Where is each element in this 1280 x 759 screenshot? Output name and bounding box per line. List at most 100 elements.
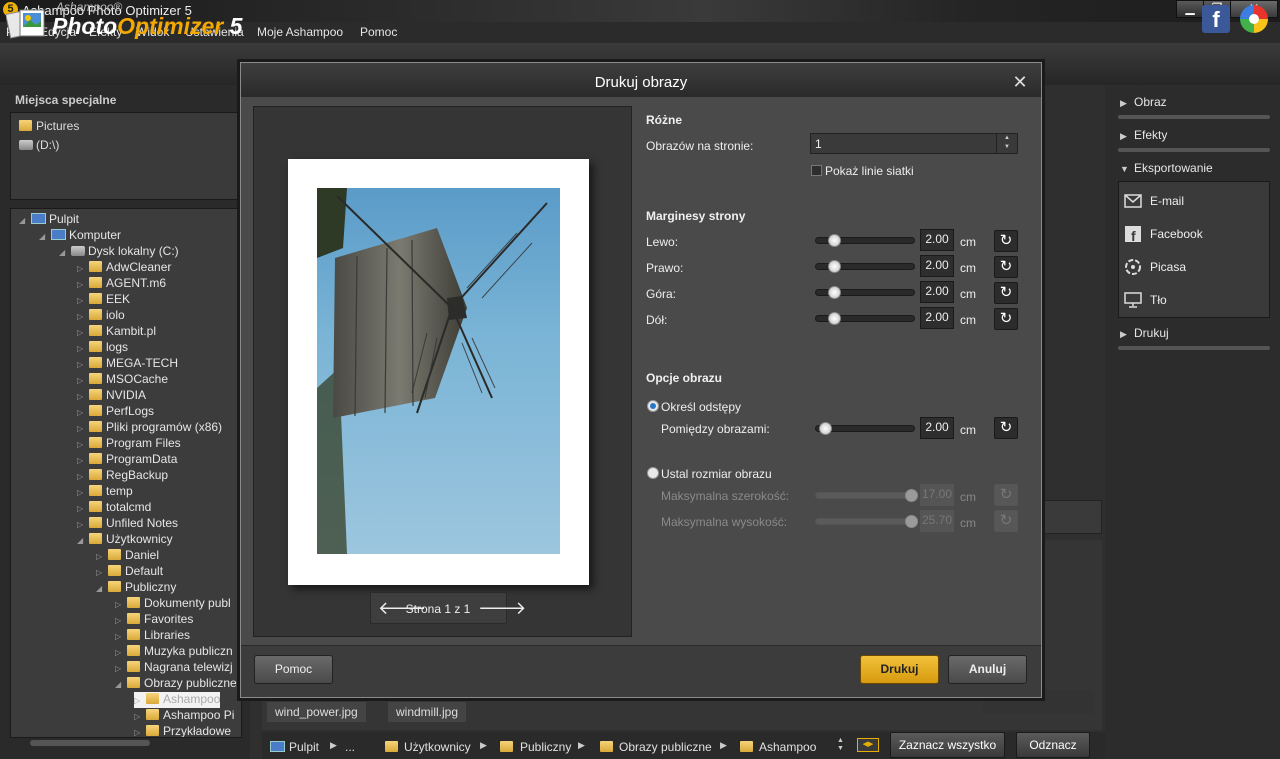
tree-item[interactable]: ▷ Przykładowe bbox=[134, 724, 231, 737]
tree-item[interactable]: ◢ Użytkownicy bbox=[77, 532, 173, 548]
tree-item[interactable]: ▷ Pliki programów (x86) bbox=[77, 420, 222, 436]
tree-horizontal-scrollbar[interactable] bbox=[30, 740, 150, 746]
tree-item[interactable]: ▷ AGENT.m6 bbox=[77, 276, 166, 292]
tree-item[interactable]: ▷ Muzyka publiczn bbox=[115, 644, 233, 660]
tree-item[interactable]: ▷ Default bbox=[96, 564, 163, 580]
reset-icon[interactable]: ↻ bbox=[994, 417, 1018, 439]
margin-top-input[interactable]: 2.00 bbox=[920, 281, 954, 303]
tree-item[interactable]: ▷ Unfiled Notes bbox=[77, 516, 178, 532]
print-button[interactable]: Drukuj bbox=[860, 655, 939, 684]
tree-item[interactable]: ▷ RegBackup bbox=[77, 468, 168, 484]
tree-item[interactable]: ▷ logs bbox=[77, 340, 128, 356]
export-email[interactable]: E-mail bbox=[1150, 194, 1184, 208]
picasa-icon[interactable] bbox=[1240, 5, 1268, 33]
tree-item[interactable]: ▷ ProgramData bbox=[77, 452, 177, 468]
tree-item[interactable]: ▷ Libraries bbox=[115, 628, 190, 644]
minimize-button[interactable]: ▁ bbox=[1176, 0, 1204, 18]
export-picasa[interactable]: Picasa bbox=[1150, 260, 1186, 274]
fixed-size-radio[interactable] bbox=[647, 467, 659, 479]
tree-item[interactable]: ◢ Publiczny bbox=[96, 580, 176, 596]
tree-item[interactable]: ▷ totalcmd bbox=[77, 500, 151, 516]
margin-right-input[interactable]: 2.00 bbox=[920, 255, 954, 277]
reset-icon[interactable]: ↻ bbox=[994, 230, 1018, 252]
max-width-slider-thumb[interactable] bbox=[905, 489, 918, 502]
tree-item[interactable]: ▷ MEGA-TECH bbox=[77, 356, 178, 372]
special-item-drive-d[interactable]: (D:\) bbox=[19, 138, 59, 152]
tree-item[interactable]: ▷ temp bbox=[77, 484, 133, 500]
show-grid-checkbox[interactable] bbox=[811, 165, 822, 176]
cancel-button[interactable]: Anuluj bbox=[948, 655, 1027, 684]
prev-page-arrow-icon[interactable]: 🡐 bbox=[378, 598, 426, 618]
folder-icon bbox=[108, 565, 121, 576]
breadcrumb-nav-icon[interactable]: ◀▶ bbox=[857, 738, 879, 752]
breadcrumb-item[interactable]: Publiczny bbox=[520, 740, 571, 754]
margin-bottom-slider-thumb[interactable] bbox=[828, 312, 841, 325]
tree-item[interactable]: ▷ Ashampoo Pi bbox=[134, 708, 234, 724]
breadcrumb-item[interactable]: Użytkownicy bbox=[404, 740, 471, 754]
next-page-arrow-icon[interactable]: 🡒 bbox=[478, 598, 526, 618]
facebook-icon[interactable]: f bbox=[1202, 5, 1230, 33]
margin-bottom-input[interactable]: 2.00 bbox=[920, 307, 954, 329]
tree-item[interactable]: ◢ Pulpit bbox=[19, 212, 79, 228]
margin-left-unit: cm bbox=[960, 235, 976, 249]
tree-item[interactable]: ▷ NVIDIA bbox=[77, 388, 146, 404]
help-button[interactable]: Pomoc bbox=[254, 655, 333, 684]
tree-item[interactable]: ▷ Daniel bbox=[96, 548, 159, 564]
folder-icon bbox=[89, 325, 102, 336]
special-item-pictures[interactable]: Pictures bbox=[19, 119, 79, 133]
thumbnail-label[interactable]: windmill.jpg bbox=[388, 702, 467, 722]
spacing-radio[interactable] bbox=[647, 400, 659, 412]
margin-left-slider-thumb[interactable] bbox=[828, 234, 841, 247]
deselect-button[interactable]: Odznacz bbox=[1016, 732, 1090, 758]
folder-icon bbox=[500, 741, 513, 752]
reset-icon[interactable]: ↻ bbox=[994, 510, 1018, 532]
tree-item[interactable]: ▷ iolo bbox=[77, 308, 125, 324]
panel-obraz[interactable]: ▶ Obraz bbox=[1120, 95, 1167, 109]
images-per-page-select[interactable] bbox=[810, 133, 1018, 154]
tree-item[interactable]: ◢ Obrazy publiczne bbox=[115, 676, 237, 692]
panel-eksportowanie[interactable]: ▼ Eksportowanie bbox=[1120, 161, 1213, 175]
export-facebook[interactable]: Facebook bbox=[1150, 227, 1203, 241]
breadcrumb-item[interactable]: Pulpit bbox=[289, 740, 319, 754]
panel-efekty[interactable]: ▶ Efekty bbox=[1120, 128, 1167, 142]
tree-item[interactable]: ▷ PerfLogs bbox=[77, 404, 154, 420]
tree-item[interactable]: ▷ Program Files bbox=[77, 436, 181, 452]
max-height-slider[interactable] bbox=[815, 518, 915, 525]
reset-icon[interactable]: ↻ bbox=[994, 256, 1018, 278]
reset-icon[interactable]: ↻ bbox=[994, 308, 1018, 330]
spinner-arrows-icon[interactable]: ▲ ▼ bbox=[996, 134, 1017, 153]
menu-pomoc[interactable]: Pomoc bbox=[360, 25, 397, 39]
panel-drukuj[interactable]: ▶ Drukuj bbox=[1120, 326, 1169, 340]
tree-item[interactable]: ◢ Dysk lokalny (C:) bbox=[59, 244, 179, 260]
max-width-input[interactable]: 17.00 bbox=[920, 484, 954, 506]
tree-item-selected[interactable]: ▷ Ashampoo bbox=[134, 692, 221, 708]
max-width-slider[interactable] bbox=[815, 492, 915, 499]
spacing-input[interactable]: 2.00 bbox=[920, 417, 954, 439]
max-height-slider-thumb[interactable] bbox=[905, 515, 918, 528]
tree-item[interactable]: ▷ AdwCleaner bbox=[77, 260, 171, 276]
thumbnail-label[interactable]: wind_power.jpg bbox=[267, 702, 366, 722]
tree-item[interactable]: ▷ Kambit.pl bbox=[77, 324, 156, 340]
tree-item[interactable]: ▷ Dokumenty publ bbox=[115, 596, 231, 612]
breadcrumb-scroll-icon[interactable]: ▲ ▼ bbox=[837, 737, 844, 753]
margin-right-slider-thumb[interactable] bbox=[828, 260, 841, 273]
tree-item[interactable]: ▷ Favorites bbox=[115, 612, 193, 628]
reset-icon[interactable]: ↻ bbox=[994, 282, 1018, 304]
spacing-slider-thumb[interactable] bbox=[819, 422, 832, 435]
margin-top-slider-thumb[interactable] bbox=[828, 286, 841, 299]
tree-item[interactable]: ▷ Nagrana telewizj bbox=[115, 660, 233, 676]
breadcrumb-item[interactable]: Ashampoo bbox=[759, 740, 816, 754]
tree-item[interactable]: ◢ Komputer bbox=[39, 228, 121, 244]
breadcrumb-item[interactable]: ... bbox=[345, 740, 355, 754]
dialog-close-icon[interactable]: ✕ bbox=[1012, 73, 1028, 91]
reset-icon[interactable]: ↻ bbox=[994, 484, 1018, 506]
max-height-unit: cm bbox=[960, 516, 976, 530]
select-all-button[interactable]: Zaznacz wszystko bbox=[890, 732, 1005, 758]
tree-item[interactable]: ▷ MSOCache bbox=[77, 372, 168, 388]
tree-item[interactable]: ▷ EEK bbox=[77, 292, 130, 308]
margin-left-input[interactable]: 2.00 bbox=[920, 229, 954, 251]
menu-moje-ashampoo[interactable]: Moje Ashampoo bbox=[257, 25, 343, 39]
export-wallpaper[interactable]: Tło bbox=[1150, 293, 1167, 307]
max-height-input[interactable]: 25.70 bbox=[920, 510, 954, 532]
breadcrumb-item[interactable]: Obrazy publiczne bbox=[619, 740, 712, 754]
